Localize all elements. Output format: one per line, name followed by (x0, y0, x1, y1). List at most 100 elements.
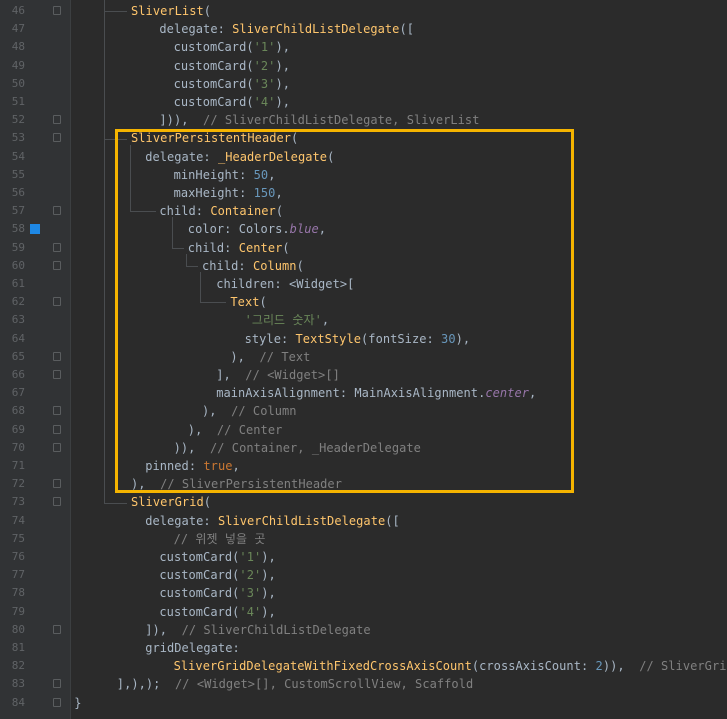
fold-toggle-icon[interactable] (53, 297, 61, 307)
code-token: // SliverGrid (639, 659, 727, 674)
fold-toggle-icon[interactable] (53, 497, 61, 507)
code-line[interactable]: 83],),); // <Widget>[], CustomScrollView… (0, 675, 727, 693)
code-line[interactable]: 80]), // SliverChildListDelegate (0, 621, 727, 639)
fold-toggle-icon[interactable] (53, 479, 61, 489)
code-line[interactable]: 51 customCard('4'), (0, 93, 727, 111)
code-token: TextStyle (295, 331, 362, 346)
code-text: child: Column( (202, 257, 304, 275)
fold-toggle-icon[interactable] (53, 370, 61, 379)
code-token: '3' (239, 586, 262, 601)
code-token: ), (275, 40, 291, 55)
code-text: customCard('1'), (174, 38, 290, 56)
line-number: 56 (11, 186, 25, 199)
code-line[interactable]: 74 delegate: SliverChildListDelegate([ (0, 512, 727, 530)
code-line[interactable]: 59 child: Center( (0, 239, 727, 257)
fold-toggle-icon[interactable] (53, 115, 61, 125)
code-token: ( (259, 295, 267, 310)
code-text: children: <Widget>[ (216, 275, 354, 293)
code-token: ( (203, 4, 212, 18)
code-text: style: TextStyle(fontSize: 30), (245, 330, 471, 348)
code-token: '2' (253, 58, 276, 73)
code-token: ([ (399, 22, 415, 37)
code-line[interactable]: 50 customCard('3'), (0, 75, 727, 93)
code-line[interactable]: 72), // SliverPersistentHeader (0, 475, 727, 493)
code-line[interactable]: 73 SliverGrid( (0, 493, 727, 511)
code-token: customCard( (159, 604, 240, 619)
code-line[interactable]: 49 customCard('2'), (0, 57, 727, 75)
code-line[interactable]: 66], // <Widget>[] (0, 366, 727, 384)
line-number: 58 (11, 222, 25, 236)
code-token: SliverPersistentHeader (131, 131, 292, 146)
code-text: mainAxisAlignment: MainAxisAlignment.cen… (216, 384, 536, 402)
code-text: SliverGrid( (131, 493, 211, 511)
code-line[interactable]: 77 customCard('2'), (0, 566, 727, 584)
code-line[interactable]: 61 children: <Widget>[ (0, 275, 727, 293)
code-line[interactable]: 54 delegate: _HeaderDelegate( (0, 148, 727, 166)
code-token: // SliverPersistentHeader (160, 477, 342, 492)
code-line[interactable]: 81 gridDelegate: (0, 639, 727, 657)
code-text: delegate: SliverChildListDelegate([ (159, 20, 414, 38)
code-line[interactable]: 64 style: TextStyle(fontSize: 30), (0, 330, 727, 348)
code-line[interactable]: 78 customCard('3'), (0, 584, 727, 602)
code-token: ]), (145, 622, 182, 637)
code-line[interactable]: 47 delegate: SliverChildListDelegate([ (0, 20, 727, 38)
fold-toggle-icon[interactable] (53, 351, 61, 361)
code-line[interactable]: 79 customCard('4'), (0, 603, 727, 621)
fold-toggle-icon[interactable] (53, 260, 61, 270)
code-token: ), (187, 422, 217, 437)
code-token: _HeaderDelegate (217, 149, 328, 164)
code-line[interactable]: 46 SliverList( (0, 2, 727, 20)
line-number: 80 (11, 622, 25, 636)
fold-toggle-icon[interactable] (53, 206, 61, 216)
fold-toggle-icon[interactable] (53, 442, 61, 452)
code-token: gridDelegate: (145, 641, 240, 655)
code-line[interactable]: 82 SliverGridDelegateWithFixedCrossAxisCo… (0, 657, 727, 675)
code-text: } (74, 694, 81, 712)
code-line[interactable]: 58 color: Colors.blue, (0, 220, 727, 238)
line-number: 64 (11, 331, 25, 345)
fold-toggle-icon[interactable] (53, 406, 61, 416)
fold-toggle-icon[interactable] (53, 697, 61, 707)
fold-toggle-icon[interactable] (53, 6, 61, 15)
fold-toggle-icon[interactable] (53, 624, 61, 634)
code-line[interactable]: 69), // Center (0, 421, 727, 439)
code-line[interactable]: 56 maxHeight: 150, (0, 184, 727, 202)
code-token: , (321, 313, 330, 328)
code-text: pinned: true, (145, 457, 240, 475)
code-text: // 위젯 넣을 곳 (174, 530, 266, 548)
code-line[interactable]: 62 Text( (0, 293, 727, 311)
code-line[interactable]: 52])), // SliverChildListDelegate, Slive… (0, 111, 727, 129)
code-line[interactable]: 70)), // Container, _HeaderDelegate (0, 439, 727, 457)
code-token: ( (203, 495, 212, 510)
code-line[interactable]: 60 child: Column( (0, 257, 727, 275)
code-line[interactable]: 48 customCard('1'), (0, 38, 727, 56)
code-line[interactable]: 57 child: Container( (0, 202, 727, 220)
code-line[interactable]: 53 SliverPersistentHeader( (0, 129, 727, 147)
code-text: minHeight: 50, (174, 166, 276, 184)
code-line[interactable]: 75 // 위젯 넣을 곳 (0, 530, 727, 548)
code-text: child: Center( (188, 239, 290, 257)
code-token: '3' (253, 76, 276, 91)
fold-toggle-icon[interactable] (53, 679, 61, 689)
fold-toggle-icon[interactable] (53, 424, 61, 434)
fold-toggle-icon[interactable] (53, 133, 61, 143)
code-token: ])), (159, 113, 204, 128)
code-line[interactable]: 67 mainAxisAlignment: MainAxisAlignment.c… (0, 384, 727, 402)
code-token: customCard( (173, 95, 254, 109)
line-number: 47 (11, 22, 25, 36)
code-line[interactable]: 84} (0, 694, 727, 712)
code-editor[interactable]: 46 SliverList( 47 delegate: SliverChildList… (0, 0, 727, 719)
code-token: , (318, 222, 327, 237)
code-line[interactable]: 55 minHeight: 50, (0, 166, 727, 184)
code-line[interactable]: 76 customCard('1'), (0, 548, 727, 566)
code-text: ), // SliverPersistentHeader (131, 475, 342, 493)
code-line[interactable]: 68), // Column (0, 402, 727, 420)
code-line[interactable]: 71 pinned: true, (0, 457, 727, 475)
code-token: maxHeight: (173, 186, 254, 200)
code-line[interactable]: 63 '그리드 숫자', (0, 311, 727, 329)
code-token: center (485, 386, 530, 401)
color-swatch-icon[interactable] (30, 224, 40, 235)
code-line[interactable]: 65), // Text (0, 348, 727, 366)
fold-toggle-icon[interactable] (53, 242, 61, 252)
code-text: ), // Text (230, 348, 310, 366)
